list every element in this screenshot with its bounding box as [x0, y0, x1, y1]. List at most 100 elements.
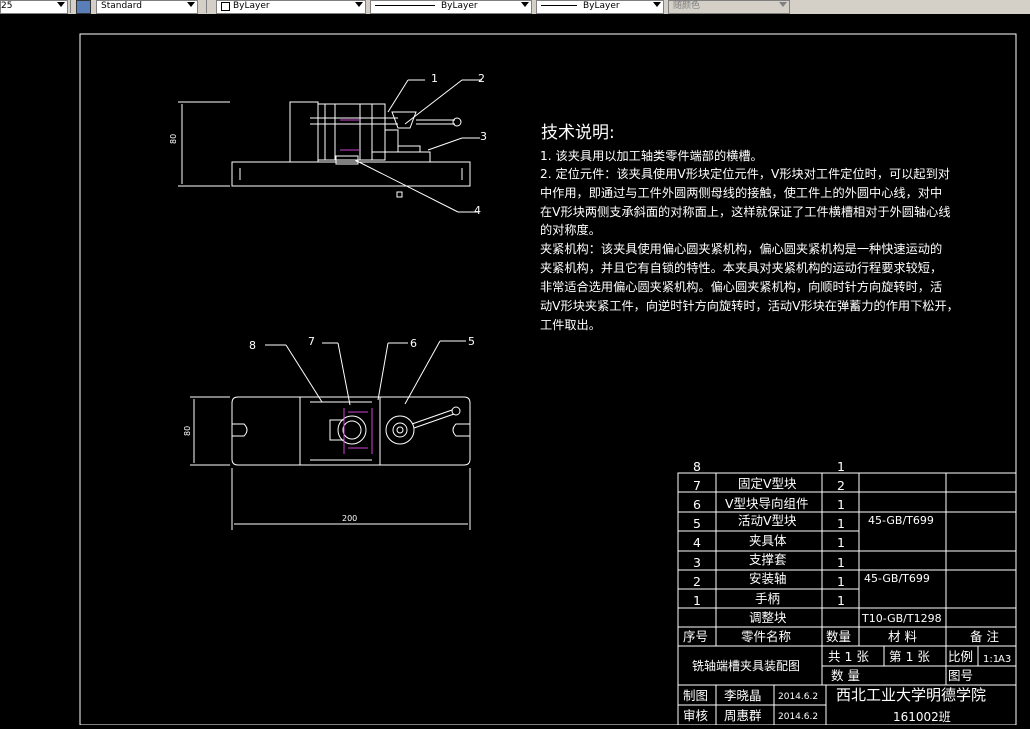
bom-name: 支撑套: [749, 552, 787, 567]
drawn-date: 2014.6.2: [778, 692, 818, 702]
bom-material: 45-GB/T699: [864, 572, 930, 585]
top-view: [190, 396, 471, 530]
sheet-total: 共 1 张: [828, 649, 869, 664]
bom-no: 8: [693, 459, 701, 474]
toolbar-separator: [206, 0, 207, 13]
lineweight-value: ByLayer: [583, 1, 620, 11]
bom-name: 固定V型块: [738, 476, 797, 491]
tech-line: 动V形块夹紧工件，向逆时针方向旋转时，活动V形块在弹蓄力的作用下松开，: [540, 298, 959, 313]
callout-8: 8: [249, 339, 256, 352]
bom-header-no: 序号: [683, 629, 708, 644]
textstyle-icon[interactable]: [76, 0, 91, 14]
bom-name: 手柄: [755, 591, 780, 606]
tech-line: 在V形块两侧支承斜面的对称面上，这样就保证了工件横槽相对于外圆轴心线: [540, 204, 951, 219]
bom-qty: 1: [837, 459, 845, 474]
color-swatch-icon: [221, 2, 230, 11]
tech-line: 1. 该夹具用以加工轴类零件端部的横槽。: [540, 148, 763, 163]
bom-no: 4: [693, 535, 701, 550]
scale-label: 比例: [948, 649, 973, 664]
paper-size: A3: [998, 654, 1011, 665]
chevron-down-icon: [521, 2, 529, 7]
bom-no: 7: [693, 478, 701, 493]
drawing-name: 铣轴端槽夹具装配图: [692, 658, 800, 673]
tech-line: 中作用，即通过与工件外圆两侧母线的接触，使工件上的外圆中心线，对中: [540, 185, 942, 200]
drawing-canvas[interactable]: 80 1 2 3 4 80 200 8 7 6 5 技术说明: 1. 该夹具用以…: [0, 14, 1030, 726]
scale-value: 1:1: [983, 654, 999, 665]
tech-title: 技术说明:: [541, 123, 615, 143]
tech-line: 工件取出。: [540, 318, 601, 332]
callout-4: 4: [474, 204, 481, 217]
bom-qty: 1: [837, 535, 845, 550]
bom-qty: 1: [837, 497, 845, 512]
tech-notes: 1. 该夹具用以加工轴类零件端部的横槽。 2. 定位元件：该夹具使用V形块定位元…: [540, 148, 959, 332]
school-name: 西北工业大学明德学院: [836, 686, 986, 704]
bom-name: 活动V型块: [738, 513, 797, 528]
color-value: ByLayer: [233, 1, 270, 11]
callout-3: 3: [480, 130, 487, 143]
checked-label: 审核: [683, 708, 709, 723]
line-sample-icon: [375, 5, 435, 6]
bom-qty: 2: [837, 478, 845, 493]
callout-5: 5: [468, 335, 475, 348]
tech-line: 非常适合选用偏心圆夹紧机构。偏心圆夹紧机构，向顺时针方向旋转时，活: [540, 279, 942, 294]
bom-qty: 1: [837, 574, 845, 589]
textstyle-value: Standard: [101, 1, 142, 11]
line-sample-icon: [541, 5, 577, 6]
chevron-down-icon: [355, 2, 363, 7]
plotstyle-dropdown[interactable]: 随颜色: [668, 0, 790, 14]
dim-width: 200: [342, 514, 357, 523]
linetype-dropdown[interactable]: ByLayer: [370, 0, 532, 14]
callout-6: 6: [410, 337, 417, 350]
layer-dropdown[interactable]: 25: [0, 0, 68, 14]
chevron-down-icon: [653, 2, 661, 7]
bom-header-name: 零件名称: [741, 629, 791, 644]
callout-2: 2: [478, 72, 485, 85]
tech-line: 2. 定位元件：该夹具使用V形块定位元件，V形块对工件定位时，可以起到对: [540, 166, 950, 181]
bom-no: 6: [693, 497, 701, 512]
bom-qty: 1: [837, 593, 845, 608]
bom-name: 安装轴: [749, 571, 787, 586]
class-name: 161002班: [893, 710, 951, 724]
drawn-label: 制图: [683, 688, 708, 703]
linetype-value: ByLayer: [441, 1, 478, 11]
chevron-down-icon: [57, 2, 65, 7]
checked-date: 2014.6.2: [778, 712, 818, 722]
textstyle-dropdown[interactable]: Standard: [96, 0, 198, 14]
bom-no: 2: [693, 574, 701, 589]
callout-1: 1: [431, 72, 438, 85]
chevron-down-icon: [187, 2, 195, 7]
drawn-by: 李晓晶: [724, 688, 762, 703]
layer-value: 25: [1, 1, 13, 11]
bom-material: 45-GB/T699: [868, 514, 934, 527]
bom-qty: 1: [837, 516, 845, 531]
bom-no: 1: [693, 593, 701, 608]
bom-header-material: 材 料: [888, 629, 917, 644]
front-view: [178, 101, 471, 198]
callout-7: 7: [308, 335, 315, 348]
top-view-highlight: [343, 408, 373, 454]
bom-no: 5: [693, 516, 701, 531]
tech-line: 夹紧机构：该夹具使用偏心圆夹紧机构，偏心圆夹紧机构是一种快速运动的: [540, 241, 942, 256]
top-callout-leaders: [265, 340, 466, 406]
lineweight-dropdown[interactable]: ByLayer: [536, 0, 664, 14]
bom-qty: 1: [837, 555, 845, 570]
checked-by: 周惠群: [724, 708, 762, 723]
drawing-no-label: 图号: [948, 668, 973, 683]
title-block: 铣轴端槽夹具装配图 共 1 张 第 1 张 比例 1:1 A3 数 量 图号 制…: [683, 649, 1011, 724]
bom-name: V型块导向组件: [725, 496, 809, 511]
tech-line: 的对称度。: [540, 222, 601, 237]
bom-name: 夹具体: [749, 533, 787, 548]
bom-material: T10-GB/T1298: [861, 612, 942, 625]
bom-no: 3: [693, 555, 701, 570]
tech-line: 夹紧机构，并且它有自锁的特性。本夹具对夹紧机构的运动行程要求较短，: [540, 260, 942, 275]
color-dropdown[interactable]: ByLayer: [216, 0, 366, 14]
bom-header-qty: 数量: [826, 629, 851, 644]
properties-toolbar: 25 Standard ByLayer ByLayer ByLayer 随颜色: [0, 0, 1030, 15]
toolbar-separator: [70, 0, 71, 13]
bom-header-note: 备 注: [970, 629, 999, 644]
dim-height: 80: [169, 134, 178, 144]
plotstyle-value: 随颜色: [673, 1, 701, 11]
dim-depth: 80: [183, 426, 192, 436]
cad-drawing: 80 1 2 3 4 80 200 8 7 6 5 技术说明: 1. 该夹具用以…: [79, 33, 1017, 726]
chevron-down-icon: [779, 2, 787, 7]
